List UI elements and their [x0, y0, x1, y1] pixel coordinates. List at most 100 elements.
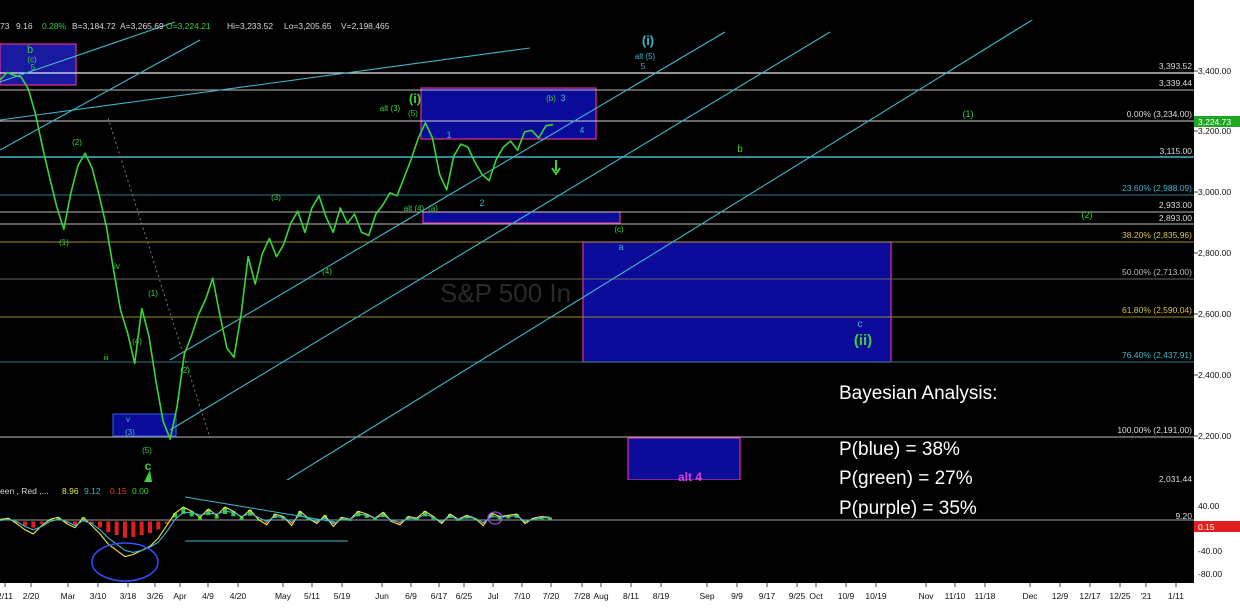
watermark-text: S&P 500 In [440, 278, 571, 308]
indicator-bar [106, 521, 111, 533]
fib-level-label: 38.20% (2,835.96) [1122, 230, 1192, 240]
wave-label: alt (5) [635, 52, 656, 61]
wave-label: (1) [963, 109, 974, 119]
time-axis-label: 12/9 [1052, 591, 1069, 601]
fib-level-label: 2,893.00 [1159, 213, 1192, 223]
time-axis-label: Aug [593, 591, 608, 601]
time-axis-label: Dec [1022, 591, 1038, 601]
wave-label: a [618, 242, 623, 252]
bayesian-purple: P(purple) = 35% [839, 498, 977, 519]
time-axis-label: 6/17 [431, 591, 448, 601]
wave-label: (3) [271, 193, 281, 202]
indicator-value-2: 9.12 [84, 486, 101, 496]
time-axis-label: 12/25 [1109, 591, 1131, 601]
indicator-bar [98, 521, 102, 528]
fib-level-label: 100.00% (2,191.00) [1117, 425, 1192, 435]
fib-level-label: 0.00% (3,234.00) [1127, 109, 1192, 119]
wave-label: (5) [408, 109, 418, 118]
time-axis-label: 4/20 [230, 591, 247, 601]
indicator-bar [123, 521, 127, 538]
time-axis-label: Mar [61, 591, 76, 601]
time-axis-label: Jul [488, 591, 499, 601]
header-open: O=3,224.21 [166, 21, 211, 31]
wave-label: (2) [72, 138, 82, 147]
wave-label: (b) [546, 94, 556, 103]
header-volume: V=2,198,465 [341, 21, 390, 31]
time-axis-label: 10/19 [865, 591, 887, 601]
indicator-bar [139, 521, 144, 535]
wave-label: (i) [409, 91, 421, 106]
indicator-pane-background [0, 483, 1194, 583]
wave-label: iv [114, 262, 120, 271]
wave-label: c [858, 319, 863, 330]
chart-canvas: S&P 500 In 3,393.52 3,339.44 0.00% (3,234.… [0, 0, 1240, 607]
indicator-name: een , Red ,... [0, 486, 49, 496]
wave-label: (c) [614, 225, 624, 234]
wave-label: alt 4 [678, 470, 702, 484]
header-ask: A=3,265.69 [120, 21, 164, 31]
indicator-value-tag-label: 0.15 [1198, 522, 1215, 532]
indicator-value-3: 0.15 [110, 486, 127, 496]
time-axis-label: 11/18 [975, 591, 996, 601]
current-price-label: 3,224.73 [1198, 117, 1231, 127]
wave-label: (i) [642, 33, 654, 48]
wave-label: (a) [428, 204, 438, 213]
time-axis-label: 2/20 [23, 591, 40, 601]
indicator-bar [156, 521, 161, 530]
time-axis-label: 7/10 [514, 591, 531, 601]
wave-label: 5 [31, 63, 36, 72]
indicator-axis-label: -40.00 [1198, 546, 1222, 556]
price-axis-label: 2,600.00 [1198, 309, 1231, 319]
wave-label: (ii) [854, 332, 872, 349]
chart-window: S&P 500 In 3,393.52 3,339.44 0.00% (3,234.… [0, 0, 1240, 607]
indicator-axis-label: 40.00 [1198, 501, 1220, 511]
watermark: S&P 500 In [440, 278, 571, 308]
wave-label: (4) [132, 337, 142, 346]
wave-label: (2) [1082, 210, 1093, 220]
box-wave-ii-target [582, 241, 892, 363]
time-axis-label: 3/10 [90, 591, 107, 601]
indicator-current-value: 9.20 [1175, 511, 1192, 521]
time-axis-label: 5/19 [334, 591, 351, 601]
fib-level-label: 61.80% (2,590.04) [1122, 305, 1192, 315]
header-bid: B=3,184.72 [72, 21, 116, 31]
price-axis-label: 3,000.00 [1198, 187, 1231, 197]
price-axis-label: 2,400.00 [1198, 370, 1231, 380]
wave-label: (1) [59, 238, 69, 247]
indicator-bar [39, 521, 44, 524]
time-axis-label: Nov [918, 591, 934, 601]
fib-level-label: 3,115.00 [1160, 146, 1193, 156]
wave-label: b [737, 144, 743, 155]
time-axis-label: 1/11 [1168, 591, 1184, 601]
indicator-bar [131, 521, 136, 537]
bayesian-green: P(green) = 27% [839, 468, 973, 489]
wave-label: 1 [446, 130, 451, 140]
wave-label: 4 [580, 126, 585, 135]
fib-level-label: 2,933.00 [1159, 200, 1192, 210]
time-axis-label: Sep [699, 591, 714, 601]
wave-label: 5 [641, 62, 646, 71]
time-axis-label: 7/20 [543, 591, 560, 601]
time-axis-label: 8/19 [653, 591, 670, 601]
time-axis-label: 9/9 [731, 591, 743, 601]
wave-label: (1) [148, 289, 158, 298]
time-axis-label: Jun [375, 591, 389, 601]
fib-level-label: 3,339.44 [1159, 78, 1192, 88]
indicator-bar [148, 521, 152, 534]
wave-label: v [126, 415, 130, 424]
fib-level-label: 2,031.44 [1159, 474, 1192, 484]
wave-label: iii [104, 355, 109, 362]
price-axis-label: 3,200.00 [1198, 126, 1231, 136]
price-axis [1194, 0, 1240, 607]
fib-level-label: 76.40% (2,437.91) [1122, 350, 1192, 360]
time-axis-label: Oct [809, 591, 823, 601]
time-axis-label: 2/11 [0, 591, 13, 601]
fib-level-label: 23.60% (2,988.09) [1122, 183, 1192, 193]
time-axis-label: 9/25 [789, 591, 806, 601]
wave-label: 3 [560, 93, 565, 103]
time-axis-label: 12/17 [1079, 591, 1101, 601]
time-axis-label: 10/9 [838, 591, 855, 601]
price-axis-label: 2,200.00 [1198, 431, 1231, 441]
time-axis-label: 5/11 [304, 591, 320, 601]
time-axis-label: 8/11 [623, 591, 639, 601]
